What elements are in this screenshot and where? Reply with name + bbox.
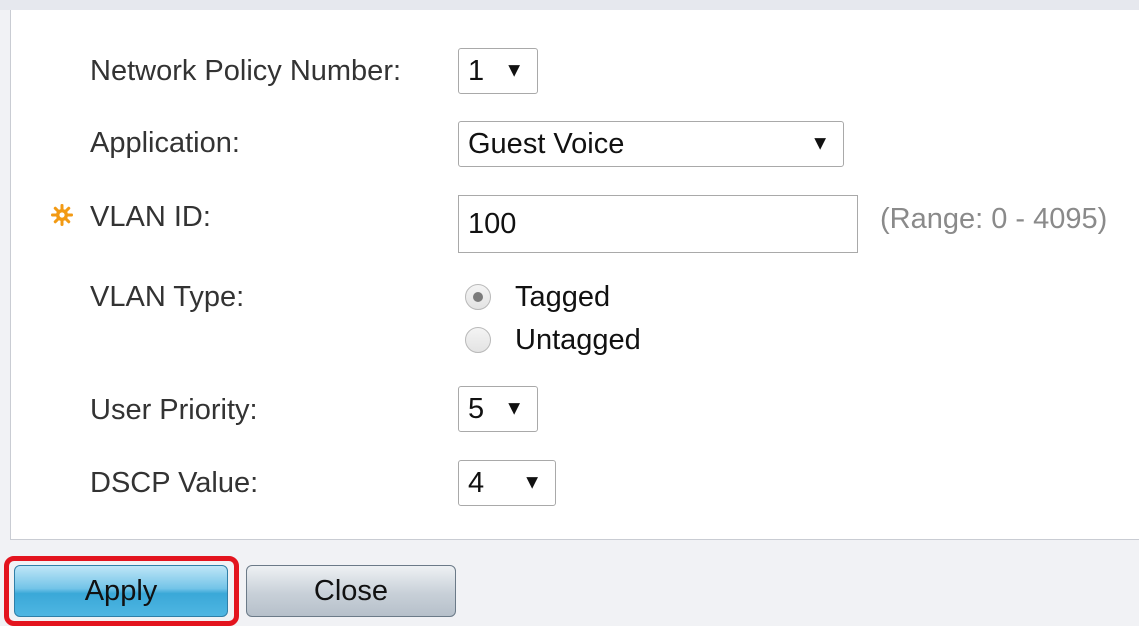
chevron-down-icon: ▼	[810, 132, 830, 155]
policy-number-label: Network Policy Number:	[90, 55, 402, 87]
window-top-strip	[0, 0, 1139, 10]
network-policy-form	[10, 10, 1139, 540]
dscp-value-label: DSCP Value:	[90, 467, 259, 499]
chevron-down-icon: ▼	[522, 471, 542, 494]
user-priority-select[interactable]: 5 ▼	[458, 386, 538, 432]
vlan-type-tagged-label[interactable]: Tagged	[515, 280, 610, 314]
application-select[interactable]: Guest Voice ▼	[458, 121, 844, 167]
policy-number-select[interactable]: 1 ▼	[458, 48, 538, 94]
vlan-id-input[interactable]: 100	[458, 195, 858, 253]
vlan-type-tagged-radio[interactable]	[465, 284, 491, 310]
dscp-value-value: 4	[468, 466, 485, 499]
required-asterisk-icon	[51, 204, 73, 226]
vlan-type-untagged-radio[interactable]	[465, 327, 491, 353]
dscp-value-select[interactable]: 4 ▼	[458, 460, 556, 506]
application-value: Guest Voice	[468, 127, 625, 160]
user-priority-label: User Priority:	[90, 394, 258, 426]
application-label: Application:	[90, 127, 240, 159]
close-button[interactable]: Close	[246, 565, 456, 617]
chevron-down-icon: ▼	[504, 59, 524, 82]
vlan-id-label: VLAN ID:	[90, 201, 211, 233]
apply-button[interactable]: Apply	[14, 565, 228, 617]
vlan-id-range-hint: (Range: 0 - 4095)	[880, 203, 1108, 235]
policy-number-value: 1	[468, 54, 485, 87]
vlan-type-label: VLAN Type:	[90, 281, 245, 313]
chevron-down-icon: ▼	[504, 397, 524, 420]
user-priority-value: 5	[468, 392, 485, 425]
vlan-type-untagged-label[interactable]: Untagged	[515, 323, 641, 357]
